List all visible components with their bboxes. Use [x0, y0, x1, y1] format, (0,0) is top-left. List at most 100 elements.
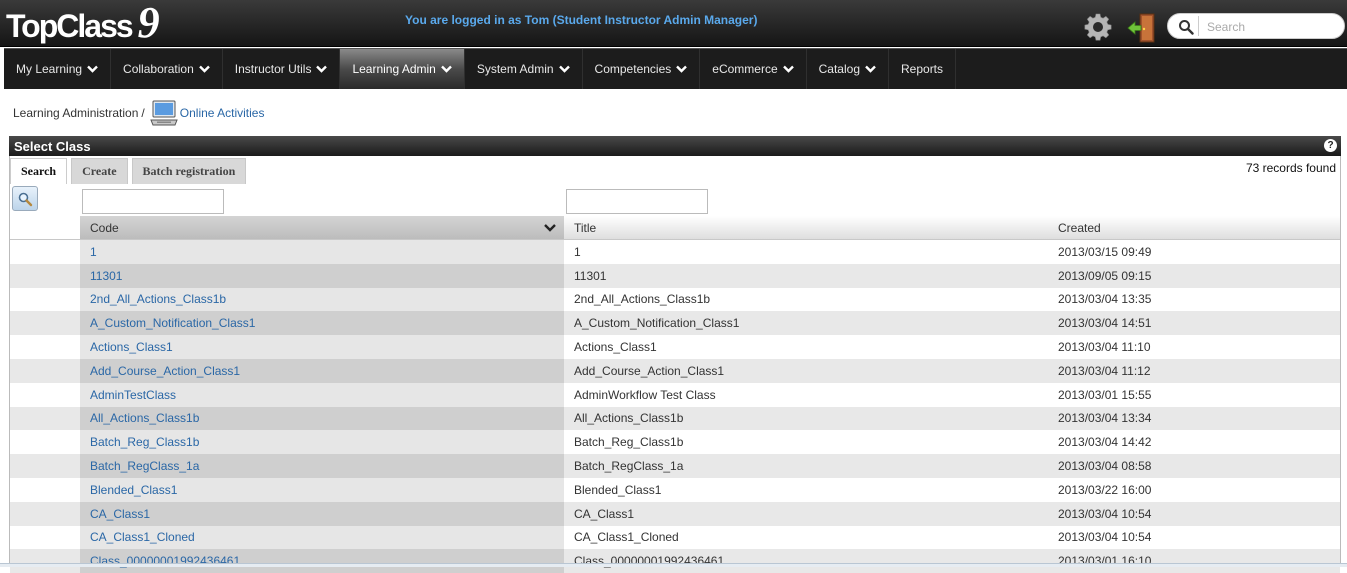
table-row[interactable]: AdminTestClass AdminWorkflow Test Class 20…: [10, 382, 1340, 407]
tab-batch-registration[interactable]: Batch registration: [131, 158, 247, 184]
nav-item-competencies[interactable]: Competencies: [583, 49, 701, 89]
row-spacer: [10, 549, 80, 573]
title-filter-input[interactable]: [566, 189, 708, 214]
nav-item-label: Learning Admin: [352, 62, 436, 76]
cell-title: Class_00000001992436461: [564, 549, 1048, 573]
table-row[interactable]: 2nd_All_Actions_Class1b 2nd_All_Actions_C…: [10, 287, 1340, 312]
cell-code-link[interactable]: Add_Course_Action_Class1: [80, 358, 564, 383]
nav-item-catalog[interactable]: Catalog: [807, 49, 889, 89]
table-row[interactable]: A_Custom_Notification_Class1 A_Custom_Not…: [10, 311, 1340, 336]
chevron-down-icon: [676, 65, 688, 73]
code-filter-input[interactable]: [82, 189, 224, 214]
nav-item-reports[interactable]: Reports: [889, 49, 957, 89]
table-row[interactable]: 11301 11301 2013/09/05 09:15: [10, 263, 1340, 288]
magnifier-icon: [18, 192, 33, 206]
cell-title: 1: [564, 240, 1048, 264]
table-row[interactable]: All_Actions_Class1b All_Actions_Class1b 20…: [10, 406, 1340, 431]
cell-title: 11301: [564, 263, 1048, 288]
cell-code-link[interactable]: Actions_Class1: [80, 335, 564, 359]
cell-code-link[interactable]: A_Custom_Notification_Class1: [80, 311, 564, 336]
cell-title: All_Actions_Class1b: [564, 406, 1048, 431]
table-row[interactable]: Actions_Class1 Actions_Class1 2013/03/04 1…: [10, 335, 1340, 359]
cell-code-link[interactable]: CA_Class1_Cloned: [80, 525, 564, 550]
column-header-code[interactable]: Code: [80, 216, 564, 239]
topclass-logo[interactable]: TopClass 9: [6, 0, 160, 47]
table-row[interactable]: CA_Class1_Cloned CA_Class1_Cloned 2013/03/…: [10, 525, 1340, 550]
cell-code-link[interactable]: 1: [80, 240, 564, 264]
table-row[interactable]: Blended_Class1 Blended_Class1 2013/03/22 1…: [10, 477, 1340, 502]
table-row[interactable]: Batch_RegClass_1a Batch_RegClass_1a 2013/0…: [10, 454, 1340, 478]
cell-title: A_Custom_Notification_Class1: [564, 311, 1048, 336]
breadcrumb-learning-administration[interactable]: Learning Administration: [13, 106, 138, 120]
nav-item-collaboration[interactable]: Collaboration: [111, 49, 223, 89]
nav-item-label: System Admin: [476, 62, 554, 76]
cell-title: Actions_Class1: [564, 335, 1048, 359]
app-header: TopClass 9 You are logged in as Tom (Stu…: [0, 0, 1347, 47]
table-row[interactable]: Add_Course_Action_Class1 Add_Course_Actio…: [10, 358, 1340, 383]
cell-code-link[interactable]: 2nd_All_Actions_Class1b: [80, 287, 564, 312]
header-spacer: [10, 216, 80, 239]
help-icon[interactable]: ?: [1324, 139, 1337, 152]
row-spacer: [10, 382, 80, 407]
cell-created: 2013/03/04 11:10: [1048, 335, 1340, 359]
cell-code-link[interactable]: CA_Class1: [80, 501, 564, 526]
panel-tabs: Search Create Batch registration: [10, 158, 250, 184]
cell-created: 2013/03/01 15:55: [1048, 382, 1340, 407]
cell-code-link[interactable]: Blended_Class1: [80, 477, 564, 502]
cell-title: Add_Course_Action_Class1: [564, 358, 1048, 383]
nav-item-learning-admin[interactable]: Learning Admin: [340, 49, 465, 89]
row-spacer: [10, 406, 80, 431]
table-row[interactable]: Batch_Reg_Class1b Batch_Reg_Class1b 2013/0…: [10, 430, 1340, 455]
records-count: 73 records found: [1245, 161, 1336, 175]
nav-item-ecommerce[interactable]: eCommerce: [700, 49, 807, 89]
tab-create[interactable]: Create: [71, 158, 128, 184]
table-row[interactable]: Class_00000001992436461 Class_00000001992…: [10, 549, 1340, 573]
column-header-title[interactable]: Title: [564, 216, 1048, 239]
cell-code-link[interactable]: Batch_Reg_Class1b: [80, 430, 564, 455]
cell-code-link[interactable]: Class_00000001992436461: [80, 549, 564, 573]
table-row[interactable]: 1 1 2013/03/15 09:49: [10, 240, 1340, 264]
row-spacer: [10, 263, 80, 288]
nav-item-label: Collaboration: [123, 62, 194, 76]
chevron-down-icon[interactable]: [544, 223, 556, 233]
search-divider: [1198, 16, 1199, 36]
nav-item-my-learning[interactable]: My Learning: [4, 49, 112, 89]
cell-created: 2013/09/05 09:15: [1048, 263, 1340, 288]
chevron-down-icon: [782, 65, 794, 73]
cell-title: Batch_Reg_Class1b: [564, 430, 1048, 455]
logo-version: 9: [137, 0, 160, 47]
cell-title: AdminWorkflow Test Class: [564, 382, 1048, 407]
breadcrumb: Learning Administration / Online Activit…: [13, 98, 264, 128]
cell-code-link[interactable]: 11301: [80, 263, 564, 288]
nav-item-system-admin[interactable]: System Admin: [465, 49, 583, 89]
bottom-scrollbar[interactable]: [0, 563, 1347, 567]
apply-filter-button[interactable]: [12, 186, 38, 211]
cell-created: 2013/03/04 13:35: [1048, 287, 1340, 312]
search-icon[interactable]: [1178, 19, 1194, 35]
cell-code-link[interactable]: AdminTestClass: [80, 382, 564, 407]
gear-icon[interactable]: [1083, 12, 1113, 42]
cell-title: CA_Class1_Cloned: [564, 525, 1048, 550]
chevron-down-icon: [440, 65, 452, 73]
cell-created: 2013/03/04 14:42: [1048, 430, 1340, 455]
cell-code-link[interactable]: Batch_RegClass_1a: [80, 454, 564, 478]
tab-search[interactable]: Search: [10, 158, 68, 184]
cell-created: 2013/03/04 08:58: [1048, 454, 1340, 478]
chevron-down-icon: [865, 65, 876, 73]
table-body: 1 1 2013/03/15 09:49 11301 11301 2013/09/05 0…: [10, 240, 1340, 573]
search-input[interactable]: [1202, 17, 1337, 36]
chevron-down-icon: [558, 65, 570, 73]
row-spacer: [10, 311, 80, 336]
chevron-down-icon: [87, 65, 98, 73]
cell-title: Batch_RegClass_1a: [564, 454, 1048, 478]
breadcrumb-online-activities[interactable]: Online Activities: [180, 106, 265, 120]
cell-title: CA_Class1: [564, 501, 1048, 526]
row-spacer: [10, 454, 80, 478]
logout-door-icon[interactable]: [1126, 12, 1158, 44]
table-row[interactable]: CA_Class1 CA_Class1 2013/03/04 10:54: [10, 501, 1340, 526]
cell-created: 2013/03/04 13:34: [1048, 406, 1340, 431]
row-spacer: [10, 525, 80, 550]
cell-code-link[interactable]: All_Actions_Class1b: [80, 406, 564, 431]
nav-item-instructor-utils[interactable]: Instructor Utils: [223, 49, 341, 89]
column-header-created[interactable]: Created: [1048, 216, 1340, 239]
